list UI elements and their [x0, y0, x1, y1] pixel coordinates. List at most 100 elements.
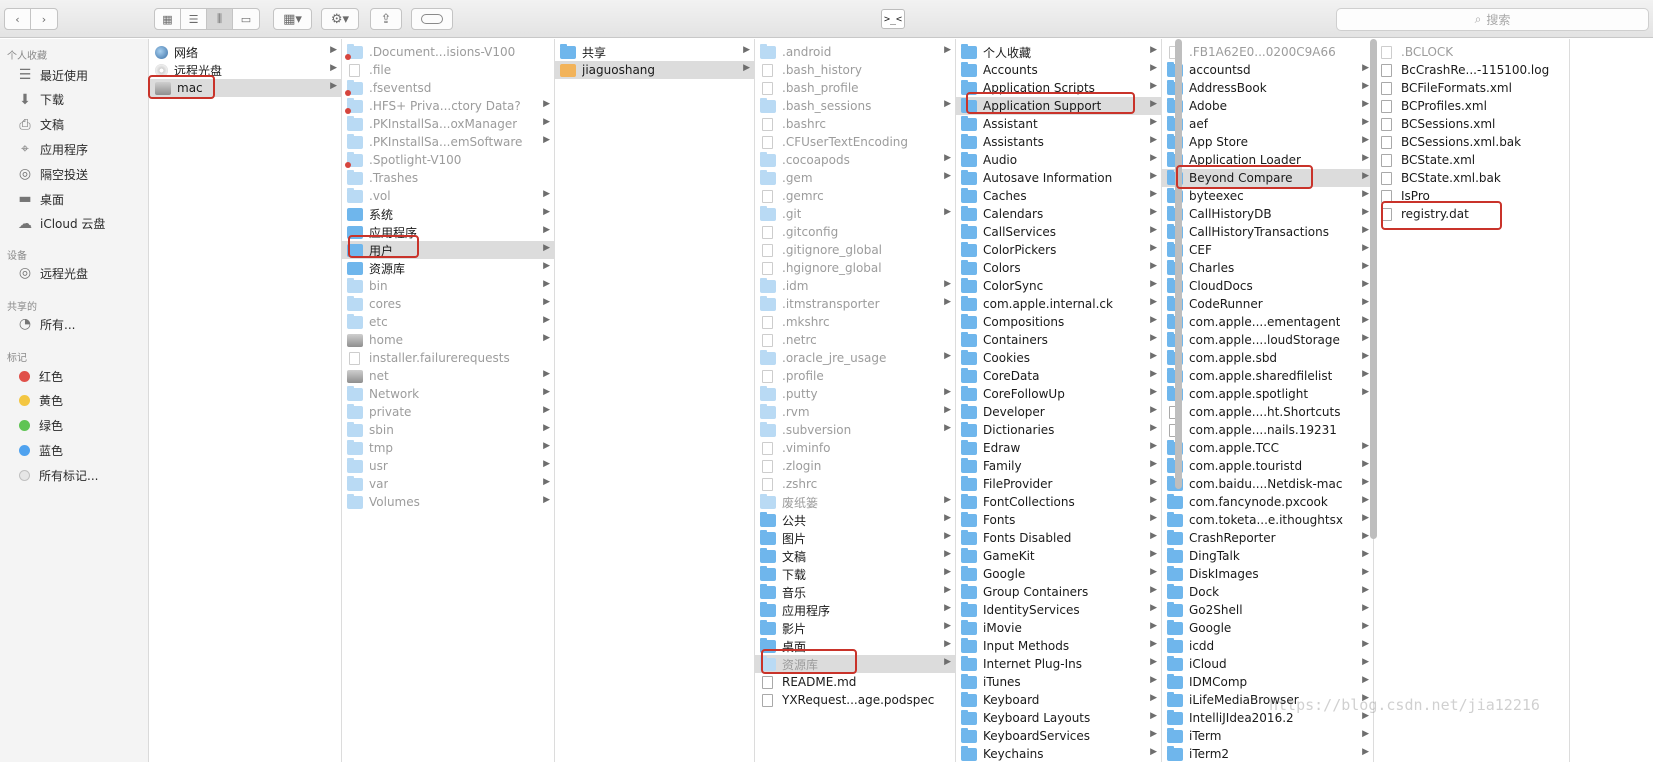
column-item[interactable]: accountsd ▶: [1162, 61, 1373, 79]
column-item[interactable]: .bash_profile: [755, 79, 955, 97]
column-item[interactable]: CodeRunner ▶: [1162, 295, 1373, 313]
column-item[interactable]: .file: [342, 61, 554, 79]
column-item[interactable]: Developer ▶: [956, 403, 1161, 421]
column-item[interactable]: .bashrc: [755, 115, 955, 133]
column-item[interactable]: cores ▶: [342, 295, 554, 313]
column-item[interactable]: BCState.xml.bak: [1374, 169, 1569, 187]
column-item[interactable]: .gem ▶: [755, 169, 955, 187]
column-item[interactable]: FileProvider ▶: [956, 475, 1161, 493]
column-item[interactable]: .Spotlight-V100: [342, 151, 554, 169]
column-item[interactable]: .zshrc: [755, 475, 955, 493]
column-item[interactable]: home ▶: [342, 331, 554, 349]
forward-button[interactable]: ›: [31, 9, 57, 29]
column-item[interactable]: .android ▶: [755, 43, 955, 61]
column-item[interactable]: com.apple.spotlight ▶: [1162, 385, 1373, 403]
icon-view-button[interactable]: ▦: [155, 9, 181, 29]
column-item[interactable]: .subversion ▶: [755, 421, 955, 439]
column-item[interactable]: CallHistoryTransactions ▶: [1162, 223, 1373, 241]
column-item[interactable]: AddressBook ▶: [1162, 79, 1373, 97]
column-item[interactable]: installer.failurerequests: [342, 349, 554, 367]
column-item[interactable]: Input Methods ▶: [956, 637, 1161, 655]
column-item[interactable]: sbin ▶: [342, 421, 554, 439]
column-item[interactable]: Autosave Information ▶: [956, 169, 1161, 187]
column-item[interactable]: 网络 ▶: [150, 43, 341, 61]
column-item[interactable]: iTunes ▶: [956, 673, 1161, 691]
sidebar-item[interactable]: ◎ 远程光盘: [15, 261, 88, 285]
column-item[interactable]: iCloud ▶: [1162, 655, 1373, 673]
column-item[interactable]: com.apple....nails.19231: [1162, 421, 1373, 439]
sidebar-item[interactable]: ☰ 最近使用: [15, 63, 88, 87]
column-item[interactable]: Audio ▶: [956, 151, 1161, 169]
column-item[interactable]: .oracle_jre_usage ▶: [755, 349, 955, 367]
column-item[interactable]: Dock ▶: [1162, 583, 1373, 601]
column-item[interactable]: .BCLOCK: [1374, 43, 1569, 61]
column-item[interactable]: Edraw ▶: [956, 439, 1161, 457]
column-item[interactable]: DingTalk ▶: [1162, 547, 1373, 565]
column-item[interactable]: .rvm ▶: [755, 403, 955, 421]
column-item[interactable]: Assistants ▶: [956, 133, 1161, 151]
column-item[interactable]: iMovie ▶: [956, 619, 1161, 637]
sidebar-item[interactable]: 绿色: [15, 414, 63, 438]
column-item[interactable]: IsPro: [1374, 187, 1569, 205]
column-item[interactable]: .FB1A62E0...0200C9A66: [1162, 43, 1373, 61]
sidebar-item[interactable]: ◎ 隔空投送: [15, 162, 88, 186]
column-item[interactable]: .zlogin: [755, 457, 955, 475]
column-item[interactable]: BCState.xml: [1374, 151, 1569, 169]
column-item[interactable]: .Document...isions-V100: [342, 43, 554, 61]
column-item[interactable]: CallHistoryDB ▶: [1162, 205, 1373, 223]
column-item[interactable]: var ▶: [342, 475, 554, 493]
column-item[interactable]: 远程光盘 ▶: [150, 61, 341, 79]
column-item[interactable]: .putty ▶: [755, 385, 955, 403]
column-item[interactable]: 系统 ▶: [342, 205, 554, 223]
scrollbar-column-7[interactable]: [1370, 39, 1377, 539]
column-item[interactable]: .netrc: [755, 331, 955, 349]
column-item[interactable]: Keychains ▶: [956, 745, 1161, 762]
column-item[interactable]: Network ▶: [342, 385, 554, 403]
column-item[interactable]: CloudDocs ▶: [1162, 277, 1373, 295]
column-item[interactable]: 公共 ▶: [755, 511, 955, 529]
sidebar-item[interactable]: ▬ 桌面: [15, 187, 64, 211]
sidebar-item[interactable]: 蓝色: [15, 438, 63, 462]
column-item[interactable]: Internet Plug-Ins ▶: [956, 655, 1161, 673]
column-item[interactable]: Fonts Disabled ▶: [956, 529, 1161, 547]
go2shell-button[interactable]: >_<: [881, 9, 905, 29]
column-item[interactable]: Charles ▶: [1162, 259, 1373, 277]
back-button[interactable]: ‹: [5, 9, 31, 29]
column-item[interactable]: 影片 ▶: [755, 619, 955, 637]
action-button[interactable]: ⚙▾: [321, 8, 359, 30]
column-item[interactable]: 用户 ▶: [342, 241, 554, 259]
column-item[interactable]: Assistant ▶: [956, 115, 1161, 133]
column-item[interactable]: Calendars ▶: [956, 205, 1161, 223]
column-item[interactable]: .hgignore_global: [755, 259, 955, 277]
column-item[interactable]: Beyond Compare ▶: [1162, 169, 1373, 187]
column-item[interactable]: tmp ▶: [342, 439, 554, 457]
column-item[interactable]: Keyboard Layouts ▶: [956, 709, 1161, 727]
column-item[interactable]: DiskImages ▶: [1162, 565, 1373, 583]
scrollbar-column-6[interactable]: [1175, 39, 1182, 489]
column-item[interactable]: App Store ▶: [1162, 133, 1373, 151]
column-item[interactable]: 应用程序 ▶: [342, 223, 554, 241]
column-item[interactable]: .bash_history: [755, 61, 955, 79]
column-item[interactable]: IdentityServices ▶: [956, 601, 1161, 619]
column-item[interactable]: com.baidu....Netdisk-mac ▶: [1162, 475, 1373, 493]
column-item[interactable]: jiaguoshang ▶: [555, 61, 754, 79]
column-item[interactable]: BCProfiles.xml: [1374, 97, 1569, 115]
column-item[interactable]: Group Containers ▶: [956, 583, 1161, 601]
sidebar-item[interactable]: 黄色: [15, 389, 63, 413]
column-item[interactable]: Google ▶: [1162, 619, 1373, 637]
sidebar-item[interactable]: ⌖ 应用程序: [15, 137, 88, 161]
column-item[interactable]: YXRequest...age.podspec: [755, 691, 955, 709]
column-item[interactable]: 应用程序 ▶: [755, 601, 955, 619]
group-by-button[interactable]: ▦▾: [273, 8, 312, 30]
column-item[interactable]: Google ▶: [956, 565, 1161, 583]
column-item[interactable]: iTerm2 ▶: [1162, 745, 1373, 762]
column-item[interactable]: CEF ▶: [1162, 241, 1373, 259]
column-item[interactable]: 个人收藏 ▶: [956, 43, 1161, 61]
column-item[interactable]: com.apple....ementagent ▶: [1162, 313, 1373, 331]
column-item[interactable]: .vol ▶: [342, 187, 554, 205]
column-item[interactable]: Fonts ▶: [956, 511, 1161, 529]
sidebar-item[interactable]: 红色: [15, 364, 63, 388]
column-item[interactable]: 共享 ▶: [555, 43, 754, 61]
column-item[interactable]: registry.dat: [1374, 205, 1569, 223]
sidebar-item[interactable]: ◔ 所有...: [15, 312, 76, 336]
